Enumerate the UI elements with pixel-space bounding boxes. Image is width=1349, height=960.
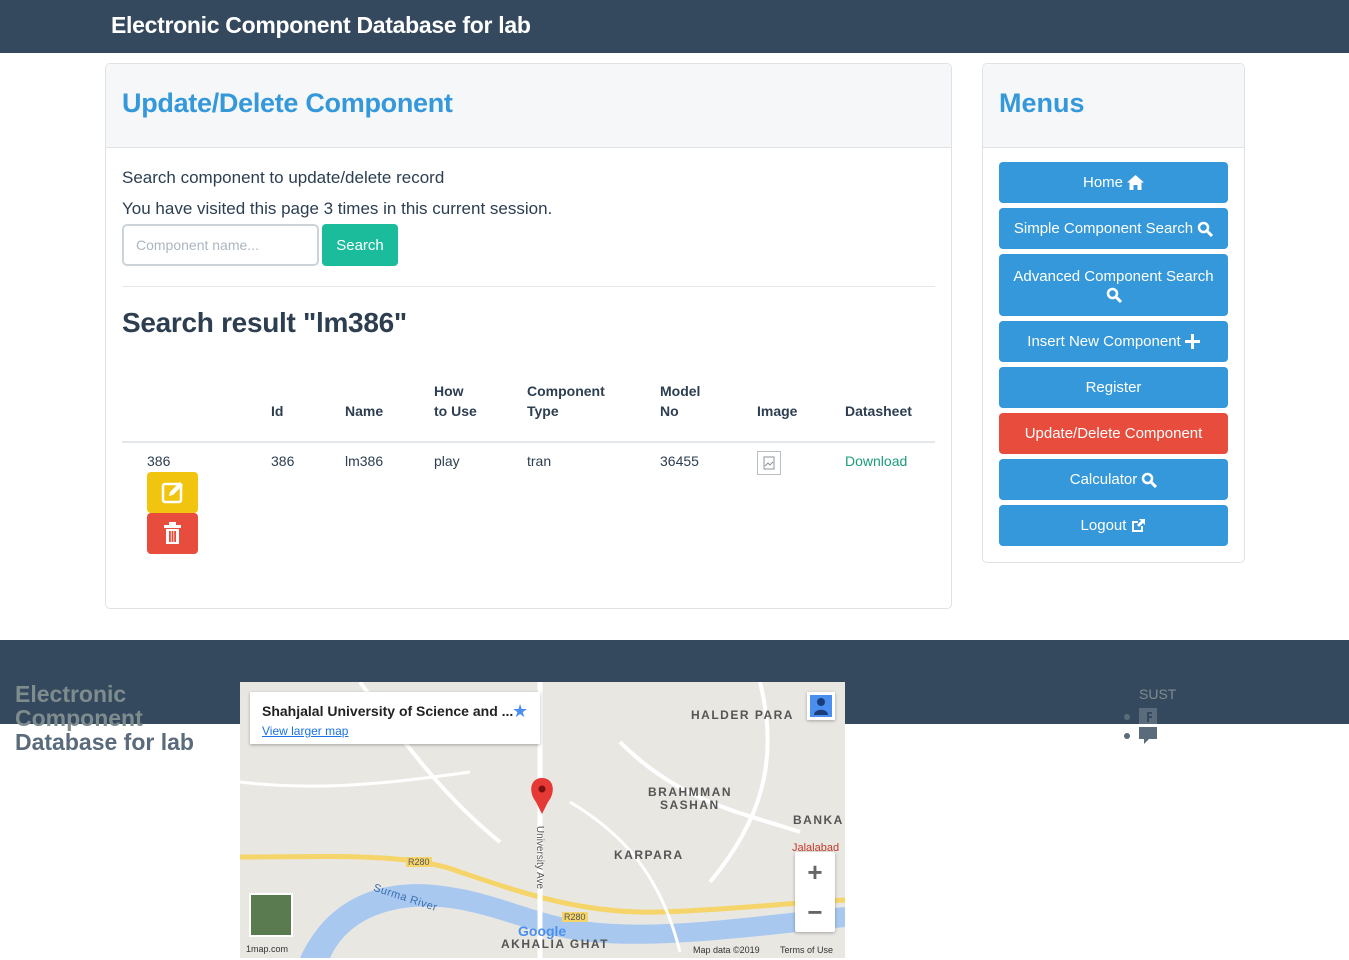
map-attribution: Map data ©2019 bbox=[693, 945, 760, 955]
map-label: R280 bbox=[562, 912, 588, 922]
google-logo: Google bbox=[518, 923, 567, 939]
table-header-divider bbox=[122, 441, 935, 443]
trash-icon bbox=[164, 522, 181, 544]
external-link-icon bbox=[1132, 518, 1146, 532]
menu-insert-component-button[interactable]: Insert New Component bbox=[999, 321, 1228, 362]
edit-icon bbox=[161, 482, 183, 504]
menu-simple-search-button[interactable]: Simple Component Search bbox=[999, 208, 1228, 249]
broken-image-icon[interactable] bbox=[757, 451, 781, 475]
delete-button[interactable] bbox=[147, 513, 198, 554]
menu-calculator-button[interactable]: Calculator bbox=[999, 459, 1228, 500]
plus-icon bbox=[1184, 334, 1200, 349]
search-result-title: Search result "lm386" bbox=[122, 307, 407, 338]
search-icon bbox=[1197, 221, 1214, 237]
menu-register-button[interactable]: Register bbox=[999, 367, 1228, 408]
map-credit: 1map.com bbox=[246, 944, 289, 954]
map-place-title: Shahjalal University of Science and ... bbox=[262, 703, 514, 719]
map-label: University Ave bbox=[534, 825, 546, 890]
menu-logout-button[interactable]: Logout bbox=[999, 505, 1228, 546]
cell-how-to-use: play bbox=[434, 453, 460, 469]
visit-counter-text: You have visited this page 3 times in th… bbox=[122, 199, 553, 218]
component-search-input[interactable] bbox=[122, 224, 319, 266]
zoom-out-button[interactable]: − bbox=[795, 892, 835, 932]
search-button[interactable]: Search bbox=[322, 224, 398, 266]
menus-header: Menus bbox=[983, 64, 1244, 148]
social-links bbox=[1124, 706, 1164, 746]
top-navbar: Electronic Component Database for lab bbox=[0, 0, 1349, 53]
search-icon bbox=[1142, 472, 1158, 488]
map-zoom-control: + − bbox=[795, 852, 835, 932]
street-view-pegman-icon[interactable] bbox=[807, 692, 835, 720]
map-label: SASHAN bbox=[660, 798, 720, 812]
view-larger-map-link[interactable]: View larger map bbox=[262, 724, 348, 738]
map-label: KARPARA bbox=[614, 848, 684, 862]
footer-brand: Electronic Component Database for lab bbox=[15, 681, 194, 755]
map-label: R280 bbox=[406, 857, 432, 867]
map-place-card: Shahjalal University of Science and ... … bbox=[250, 692, 540, 744]
map-label: HALDER PARA bbox=[691, 708, 794, 722]
menu-home-button[interactable]: Home bbox=[999, 162, 1228, 203]
menus-title: Menus bbox=[999, 88, 1085, 118]
update-delete-panel: Update/Delete Component Search component… bbox=[105, 63, 952, 609]
panel-header: Update/Delete Component bbox=[106, 64, 951, 148]
column-header-image: Image bbox=[757, 403, 798, 419]
column-header-id: Id bbox=[271, 403, 284, 419]
map-label: BRAHMMAN bbox=[648, 785, 732, 799]
cell-id: 386 bbox=[271, 453, 295, 469]
star-icon[interactable]: ★ bbox=[512, 701, 528, 722]
edit-button[interactable] bbox=[147, 472, 198, 513]
map-label: BANKA bbox=[793, 813, 844, 827]
menus-panel: Menus Home Simple Component Search Advan… bbox=[982, 63, 1245, 563]
column-header-model-no: Model No bbox=[660, 383, 701, 419]
menu-update-delete-button[interactable]: Update/Delete Component bbox=[999, 413, 1228, 454]
footer-org-label: SUST bbox=[1139, 686, 1177, 702]
chat-icon bbox=[1139, 727, 1157, 744]
menu-advanced-search-button[interactable]: Advanced Component Search bbox=[999, 254, 1228, 316]
map-label: AKHALIA GHAT bbox=[501, 937, 609, 951]
cell-model-no: 36455 bbox=[660, 453, 699, 469]
divider bbox=[122, 286, 935, 287]
column-header-component-type: Component Type bbox=[527, 383, 605, 419]
page-title: Update/Delete Component bbox=[122, 88, 453, 118]
column-header-datasheet: Datasheet bbox=[845, 403, 912, 419]
row-id-label: 386 bbox=[147, 453, 171, 469]
embedded-map[interactable]: Shahjalal University of Science and ... … bbox=[240, 682, 845, 958]
intro-text: Search component to update/delete record bbox=[122, 168, 445, 187]
brand-title[interactable]: Electronic Component Database for lab bbox=[111, 12, 531, 39]
zoom-in-button[interactable]: + bbox=[795, 852, 835, 892]
datasheet-download-link[interactable]: Download bbox=[845, 453, 907, 469]
cell-name: lm386 bbox=[345, 453, 384, 469]
column-header-name: Name bbox=[345, 403, 384, 419]
home-icon bbox=[1127, 175, 1144, 190]
search-icon bbox=[1106, 287, 1122, 303]
column-header-how-to-use: How to Use bbox=[434, 383, 477, 419]
cell-component-type: tran bbox=[527, 453, 552, 469]
map-terms-link[interactable]: Terms of Use bbox=[780, 945, 833, 955]
